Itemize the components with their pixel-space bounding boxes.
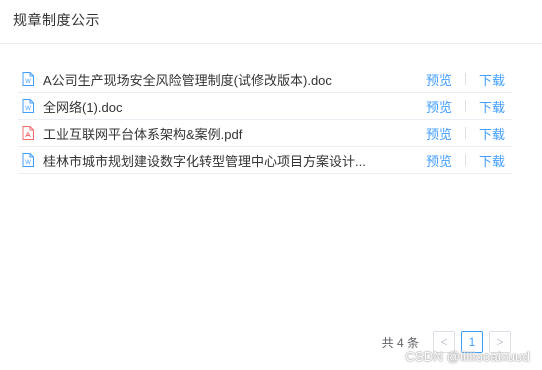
preview-link[interactable]: 预览: [426, 97, 452, 116]
word-file-icon: W: [21, 72, 35, 86]
svg-text:W: W: [25, 160, 31, 166]
file-name[interactable]: 工业互联网平台体系架构&案例.pdf: [43, 124, 426, 143]
file-name[interactable]: 桂林市城市规划建设数字化转型管理中心项目方案设计...: [43, 151, 426, 170]
download-link[interactable]: 下载: [479, 70, 505, 89]
file-list: W A公司生产现场安全风险管理制度(试修改版本).doc 预览 下载 W 全网络…: [18, 66, 512, 174]
download-link[interactable]: 下载: [479, 151, 505, 170]
action-divider: [464, 100, 466, 112]
regulations-panel: 规章制度公示 W A公司生产现场安全风险管理制度(试修改版本).doc 预览 下…: [0, 0, 542, 370]
action-divider: [464, 73, 466, 85]
file-row: 工业互联网平台体系架构&案例.pdf 预览 下载: [18, 120, 512, 147]
word-file-icon: W: [21, 99, 35, 113]
panel-title: 规章制度公示: [13, 12, 100, 28]
file-name[interactable]: 全网络(1).doc: [43, 97, 426, 116]
action-divider: [464, 127, 466, 139]
file-row: W A公司生产现场安全风险管理制度(试修改版本).doc 预览 下载: [18, 66, 512, 93]
download-link[interactable]: 下载: [479, 97, 505, 116]
action-divider: [464, 154, 466, 166]
pdf-file-icon: [21, 126, 35, 140]
panel-header: 规章制度公示: [0, 0, 542, 44]
file-row: W 桂林市城市规划建设数字化转型管理中心项目方案设计... 预览 下载: [18, 147, 512, 174]
svg-text:W: W: [25, 106, 31, 112]
preview-link[interactable]: 预览: [426, 70, 452, 89]
file-row: W 全网络(1).doc 预览 下载: [18, 93, 512, 120]
pagination-total: 共 4 条: [381, 335, 419, 350]
preview-link[interactable]: 预览: [426, 151, 452, 170]
download-link[interactable]: 下载: [479, 124, 505, 143]
file-name[interactable]: A公司生产现场安全风险管理制度(试修改版本).doc: [43, 70, 426, 89]
watermark: CSDN @iiiiiooaixuud: [405, 349, 530, 364]
word-file-icon: W: [21, 153, 35, 167]
preview-link[interactable]: 预览: [426, 124, 452, 143]
svg-text:W: W: [25, 79, 31, 85]
